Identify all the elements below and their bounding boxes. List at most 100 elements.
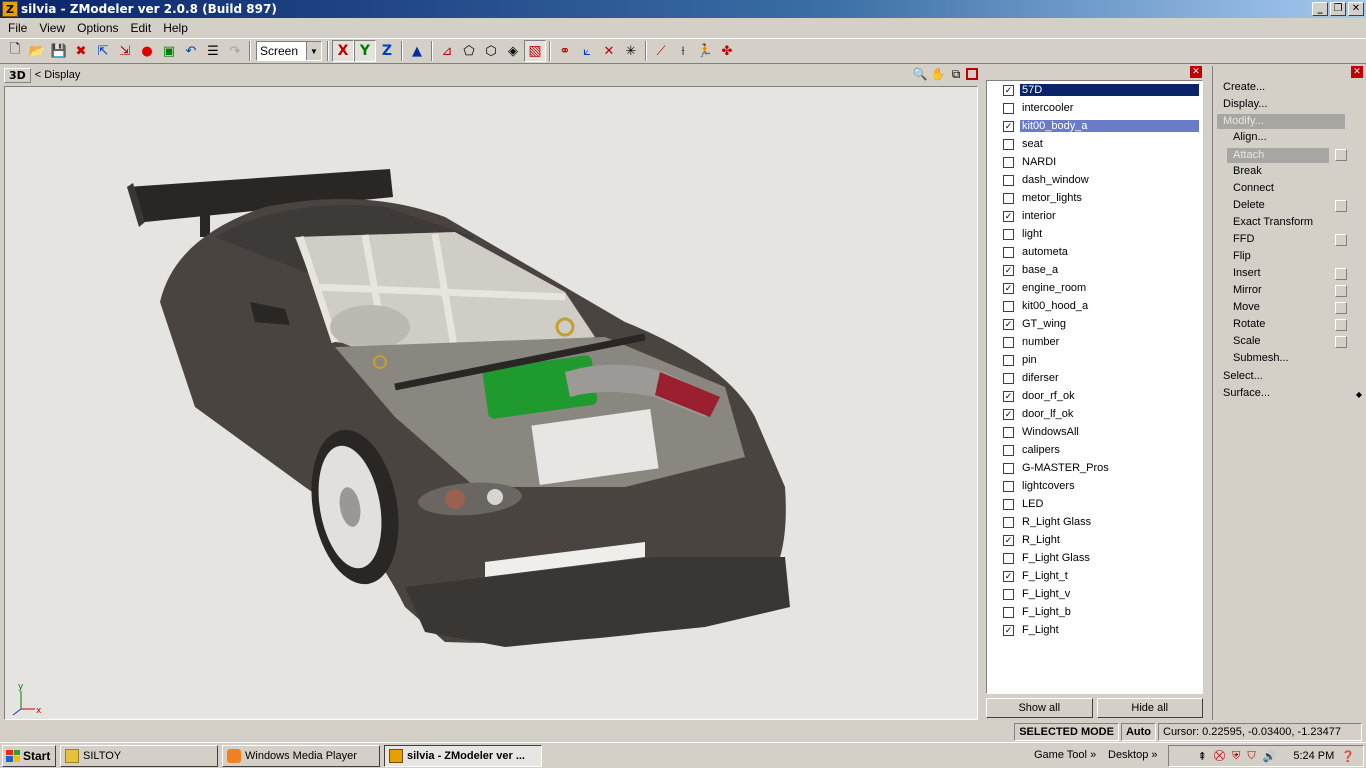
visibility-checkbox[interactable]: ✓ bbox=[1003, 210, 1014, 222]
options-box-icon[interactable] bbox=[1335, 268, 1347, 280]
modify-flip-command[interactable]: Flip bbox=[1233, 250, 1251, 262]
menu-edit[interactable]: Edit bbox=[125, 21, 158, 35]
axis-x-toggle[interactable]: X bbox=[332, 40, 354, 62]
visibility-checkbox[interactable]: ✓ bbox=[1003, 534, 1014, 546]
new-file-icon[interactable]: 🗋 bbox=[4, 40, 26, 62]
modify-submesh-command[interactable]: Submesh... bbox=[1233, 352, 1289, 364]
modify-insert-command[interactable]: Insert bbox=[1233, 267, 1261, 279]
material-green-icon[interactable]: ▣ bbox=[158, 40, 180, 62]
visibility-checkbox[interactable] bbox=[1003, 300, 1014, 312]
face-mode-icon[interactable]: ⬠ bbox=[458, 40, 480, 62]
object-list-item[interactable]: F_Light_b bbox=[987, 603, 1202, 621]
object-mode-icon[interactable]: ⬡ bbox=[480, 40, 502, 62]
object-list-item[interactable]: ✓ base_a bbox=[987, 261, 1202, 279]
options-box-icon[interactable] bbox=[1335, 319, 1347, 331]
display-command[interactable]: Display... bbox=[1223, 98, 1267, 110]
modify-attach-command[interactable]: Attach bbox=[1227, 148, 1329, 163]
vertex-mode-icon[interactable]: ⊿ bbox=[436, 40, 458, 62]
close-button[interactable]: ✕ bbox=[1348, 2, 1364, 16]
options-box-icon[interactable] bbox=[1335, 234, 1347, 246]
visibility-checkbox[interactable] bbox=[1003, 444, 1014, 456]
object-list-item[interactable]: ✓ F_Light_t bbox=[987, 567, 1202, 585]
restore-button[interactable]: ❐ bbox=[1330, 2, 1346, 16]
close-panel-icon[interactable]: ✕ bbox=[1190, 66, 1202, 78]
modify-align-command[interactable]: Align... bbox=[1233, 131, 1267, 143]
visibility-checkbox[interactable]: ✓ bbox=[1003, 84, 1014, 96]
object-list-item[interactable]: number bbox=[987, 333, 1202, 351]
object-list-item[interactable]: ✓ door_lf_ok bbox=[987, 405, 1202, 423]
axis-y-toggle[interactable]: Y bbox=[354, 40, 376, 62]
visibility-checkbox[interactable]: ✓ bbox=[1003, 282, 1014, 294]
pan-hand-icon[interactable]: ✋ bbox=[930, 66, 946, 82]
visibility-checkbox[interactable]: ✓ bbox=[1003, 318, 1014, 330]
object-list-item[interactable]: seat bbox=[987, 135, 1202, 153]
taskbar-siltoy[interactable]: SILTOY bbox=[60, 744, 218, 767]
visibility-checkbox[interactable] bbox=[1003, 606, 1014, 618]
menu-view[interactable]: View bbox=[33, 21, 71, 35]
visibility-checkbox[interactable] bbox=[1003, 102, 1014, 114]
taskbar-zmodeler[interactable]: silvia - ZModeler ver ... bbox=[384, 744, 542, 767]
open-folder-icon[interactable]: 📂 bbox=[26, 40, 48, 62]
skeleton-tool-icon[interactable]: ⟊ bbox=[672, 40, 694, 62]
close-viewport-icon[interactable] bbox=[966, 68, 978, 80]
modify-mirror-command[interactable]: Mirror bbox=[1233, 284, 1262, 296]
network-icon[interactable]: ⛒ bbox=[1214, 750, 1225, 763]
mesh-mode-icon[interactable]: ◈ bbox=[502, 40, 524, 62]
minimize-button[interactable]: _ bbox=[1312, 2, 1328, 16]
box-mode-icon[interactable]: ▧ bbox=[524, 40, 546, 62]
toolbar-desktop[interactable]: Desktop » bbox=[1108, 749, 1158, 761]
maximize-viewport-icon[interactable]: ⧉ bbox=[948, 66, 964, 82]
create-command[interactable]: Create... bbox=[1223, 81, 1265, 93]
modify-connect-command[interactable]: Connect bbox=[1233, 182, 1274, 194]
object-list-item[interactable]: light bbox=[987, 225, 1202, 243]
object-list-item[interactable]: ✓ kit00_body_a bbox=[987, 117, 1202, 135]
object-list-item[interactable]: ✓ 57D bbox=[987, 81, 1202, 99]
surface-command[interactable]: Surface... bbox=[1223, 387, 1270, 399]
taskbar-windows-media-player[interactable]: Windows Media Player bbox=[222, 744, 380, 767]
visibility-checkbox[interactable] bbox=[1003, 336, 1014, 348]
modify-exact-transform-command[interactable]: Exact Transform bbox=[1233, 216, 1313, 228]
chevron-down-icon[interactable]: ▼ bbox=[306, 42, 321, 60]
options-box-icon[interactable] bbox=[1335, 149, 1347, 161]
zoom-icon[interactable]: 🔍 bbox=[912, 66, 928, 82]
menu-options[interactable]: Options bbox=[71, 21, 124, 35]
object-list-item[interactable]: kit00_hood_a bbox=[987, 297, 1202, 315]
selected-mode-status[interactable]: SELECTED MODE bbox=[1014, 723, 1119, 741]
puzzle-icon[interactable]: ✤ bbox=[716, 40, 738, 62]
start-button[interactable]: Start bbox=[2, 744, 56, 767]
object-list-item[interactable]: G-MASTER_Pros bbox=[987, 459, 1202, 477]
viewport-mode-badge[interactable]: 3D bbox=[4, 67, 31, 83]
object-list-item[interactable]: autometa bbox=[987, 243, 1202, 261]
object-list-item[interactable]: intercooler bbox=[987, 99, 1202, 117]
delete-red-x-icon[interactable]: ✖ bbox=[70, 40, 92, 62]
visibility-checkbox[interactable]: ✓ bbox=[1003, 624, 1014, 636]
options-box-icon[interactable] bbox=[1335, 336, 1347, 348]
3d-viewport[interactable]: y x bbox=[4, 86, 978, 720]
object-list-item[interactable]: ✓ GT_wing bbox=[987, 315, 1202, 333]
select-command[interactable]: Select... bbox=[1223, 370, 1263, 382]
modify-command[interactable]: Modify... bbox=[1217, 114, 1345, 129]
security-icon[interactable]: ⛨ bbox=[1232, 750, 1240, 763]
zmodeler-app-icon[interactable]: Z bbox=[2, 1, 18, 17]
modify-scale-command[interactable]: Scale bbox=[1233, 335, 1261, 347]
visibility-checkbox[interactable] bbox=[1003, 192, 1014, 204]
hide-all-button[interactable]: Hide all bbox=[1096, 698, 1203, 718]
object-list-item[interactable]: NARDI bbox=[987, 153, 1202, 171]
scroll-arrows-icon[interactable]: ◆ bbox=[1354, 80, 1364, 720]
visibility-checkbox[interactable] bbox=[1003, 372, 1014, 384]
axis-gizmo-3-icon[interactable]: ✳ bbox=[620, 40, 642, 62]
object-list-item[interactable]: ✓ door_rf_ok bbox=[987, 387, 1202, 405]
auto-status[interactable]: Auto bbox=[1120, 723, 1156, 741]
select-mode-icon[interactable]: ▲ bbox=[406, 40, 428, 62]
object-list-item[interactable]: dash_window bbox=[987, 171, 1202, 189]
object-list-item[interactable]: metor_lights bbox=[987, 189, 1202, 207]
axis-gizmo-icon[interactable]: ⟀ bbox=[576, 40, 598, 62]
viewport-title[interactable]: < Display bbox=[35, 69, 81, 81]
volume-icon[interactable]: 🔊 bbox=[1263, 750, 1277, 763]
visibility-checkbox[interactable]: ✓ bbox=[1003, 570, 1014, 582]
visibility-checkbox[interactable]: ✓ bbox=[1003, 408, 1014, 420]
modify-ffd-command[interactable]: FFD bbox=[1233, 233, 1254, 245]
object-list-item[interactable]: F_Light_v bbox=[987, 585, 1202, 603]
visibility-checkbox[interactable] bbox=[1003, 138, 1014, 150]
object-list-item[interactable]: ✓ interior bbox=[987, 207, 1202, 225]
